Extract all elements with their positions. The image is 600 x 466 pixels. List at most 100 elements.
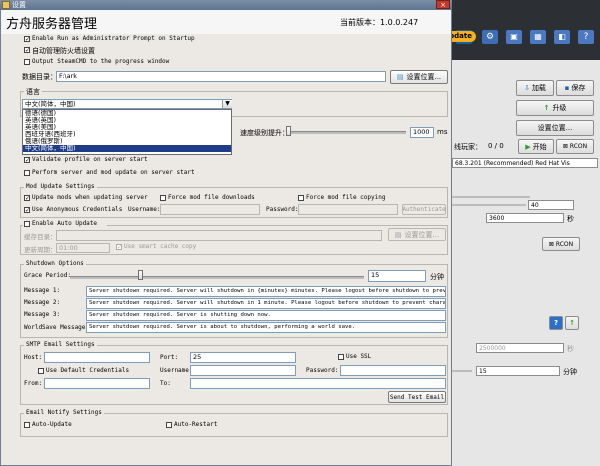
run-admin-label: Enable Run as Administrator Prompt on St… xyxy=(32,35,195,42)
firewall-checkbox[interactable]: ✓ xyxy=(24,47,30,54)
output-steamcmd-checkbox[interactable] xyxy=(24,59,30,65)
grace-slider-track[interactable] xyxy=(70,276,364,279)
speed-unit: ms xyxy=(437,128,448,136)
message2-field[interactable]: Server shutdown required. Server will sh… xyxy=(86,298,446,309)
help-icon[interactable]: ? xyxy=(578,30,594,44)
use-default-creds-checkbox[interactable] xyxy=(38,368,44,374)
notify-auto-restart-checkbox[interactable] xyxy=(166,422,172,428)
email-notify-group xyxy=(20,413,448,437)
dialog-title-bar[interactable] xyxy=(0,0,452,10)
load-button[interactable]: ⇩ 加载 xyxy=(516,80,554,96)
bg-unit-minutes: 分钟 xyxy=(563,368,577,376)
grace-slider-thumb[interactable] xyxy=(138,270,143,280)
language-dropdown-list[interactable]: 德语(德国) 英语(英国) 英语(美国) 西班牙语(西班牙) 俄语(俄罗斯) 中… xyxy=(22,109,232,155)
use-ssl-label: Use SSL xyxy=(346,353,372,360)
smart-cache-label: Use smart cache copy xyxy=(124,243,197,250)
authenticate-button[interactable]: Authenticate xyxy=(402,204,446,215)
save-icon: ▪ xyxy=(564,84,570,92)
password-field[interactable] xyxy=(298,204,398,215)
help-button-icon[interactable]: ? xyxy=(549,316,563,330)
port-field[interactable]: 25 xyxy=(190,352,296,363)
chevron-down-icon[interactable]: ▼ xyxy=(222,100,232,108)
upgrade-button[interactable]: ↑ 升级 xyxy=(516,100,594,116)
rcon-icon: ⊠ xyxy=(562,143,568,150)
rcon-button[interactable]: ⊠ RCON xyxy=(556,139,594,154)
speed-value-field[interactable]: 1000 xyxy=(410,127,434,138)
message1-label: Message 1: xyxy=(24,287,61,294)
bg-unit-seconds-2: 秒 xyxy=(567,345,574,353)
save-label: 保存 xyxy=(571,84,586,92)
grace-period-field[interactable]: 15 xyxy=(368,270,426,282)
bg-value-40[interactable]: 40 xyxy=(528,200,574,210)
run-admin-checkbox[interactable]: ✓ xyxy=(24,36,30,43)
enable-auto-update-checkbox[interactable] xyxy=(24,221,30,227)
cache-set-location-label: 设置位置... xyxy=(404,230,440,239)
username-field[interactable] xyxy=(160,204,260,215)
data-dir-field[interactable]: F:\ark xyxy=(56,71,386,82)
bg-slider-track-3 xyxy=(452,370,472,372)
enable-auto-update-label: Enable Auto Update xyxy=(32,220,98,227)
host-field[interactable] xyxy=(44,352,150,363)
force-mod-copying-checkbox[interactable] xyxy=(298,195,304,201)
to-label: To: xyxy=(160,380,171,387)
username-label: Username: xyxy=(128,206,161,213)
cache-dir-field[interactable] xyxy=(56,230,382,241)
smtp-password-field[interactable] xyxy=(340,365,446,376)
perform-update-checkbox[interactable] xyxy=(24,170,30,176)
update-mods-checkbox[interactable]: ✓ xyxy=(24,195,30,202)
up-arrow-icon[interactable]: ↑ xyxy=(565,316,579,330)
force-mod-downloads-checkbox[interactable] xyxy=(160,195,166,201)
message3-field[interactable]: Server shutdown required. Server is shut… xyxy=(86,310,446,321)
version-label: 当前版本：1.0.0.247 xyxy=(340,18,419,27)
gear-icon[interactable]: ⚙ xyxy=(482,30,498,44)
use-anon-checkbox[interactable]: ✓ xyxy=(24,207,30,214)
bg-unit-seconds: 秒 xyxy=(567,215,574,223)
message1-field[interactable]: Server shutdown required. Server will sh… xyxy=(86,286,446,297)
players-label: 线玩家： xyxy=(454,143,482,151)
update-period-field[interactable]: 01:00 xyxy=(56,243,110,253)
speed-slider-track[interactable] xyxy=(286,131,406,134)
send-test-email-button[interactable]: Send Test Email xyxy=(388,391,446,403)
bg-value-2500000[interactable]: 2500000 xyxy=(476,343,564,353)
notify-auto-update-checkbox[interactable] xyxy=(24,422,30,428)
close-button[interactable]: × xyxy=(436,0,450,9)
set-location-button[interactable]: ▤ 设置位置... xyxy=(390,70,448,84)
to-field[interactable] xyxy=(190,378,446,389)
server-icon[interactable]: ◧ xyxy=(554,30,570,44)
settings-position-button[interactable]: 设置位置... xyxy=(516,120,594,136)
start-label: 开始 xyxy=(532,142,547,151)
rcon-button-2[interactable]: ⊠ RCON xyxy=(542,237,580,251)
bg-value-15[interactable]: 15 xyxy=(476,366,560,376)
rcon-label: RCON xyxy=(569,143,588,150)
load-icon: ⇩ xyxy=(524,84,530,92)
from-field[interactable] xyxy=(44,378,150,389)
start-button[interactable]: ▶ 开始 xyxy=(518,139,554,154)
email-notify-group-caption: Email Notify Settings xyxy=(24,409,104,416)
notify-auto-update-label: Auto-Update xyxy=(32,421,72,428)
server-version-field[interactable]: 68.3.201 (Recommended) Red Hat Vis xyxy=(452,158,598,168)
players-value: 0 / 0 xyxy=(488,142,504,150)
cache-set-location-button[interactable]: ▤ 设置位置... xyxy=(388,228,446,241)
language-select[interactable]: 中文(简体，中国) xyxy=(22,99,232,109)
update-mods-label: Update mods when updating server xyxy=(32,194,148,201)
window-icon[interactable]: ▦ xyxy=(530,30,546,44)
use-ssl-checkbox[interactable] xyxy=(338,354,344,360)
speed-slider-thumb[interactable] xyxy=(286,126,291,136)
language-option-selected[interactable]: 中文(简体，中国) xyxy=(23,145,231,152)
toolbox-icon[interactable]: ▣ xyxy=(506,30,522,44)
firewall-label: 自动管理防火墙设置 xyxy=(32,47,95,55)
dialog-title: 设置 xyxy=(12,1,26,9)
smtp-username-field[interactable] xyxy=(190,365,296,376)
bg-value-3600[interactable]: 3600 xyxy=(486,213,564,223)
notify-auto-restart-label: Auto-Restart xyxy=(174,421,218,428)
worldsave-label: WorldSave Message: xyxy=(24,324,90,331)
smart-cache-checkbox[interactable]: ✓ xyxy=(116,244,122,251)
set-location-label: 设置位置... xyxy=(406,73,442,81)
app-icon xyxy=(2,1,10,9)
save-button[interactable]: ▪ 保存 xyxy=(556,80,594,96)
validate-profile-checkbox[interactable]: ✓ xyxy=(24,157,30,164)
rcon-icon-2: ⊠ xyxy=(548,240,554,248)
worldsave-field[interactable]: Server shutdown required. Server is abou… xyxy=(86,322,446,333)
force-mod-downloads-label: Force mod file downloads xyxy=(168,194,255,201)
bg-slider-track-1 xyxy=(452,196,530,198)
